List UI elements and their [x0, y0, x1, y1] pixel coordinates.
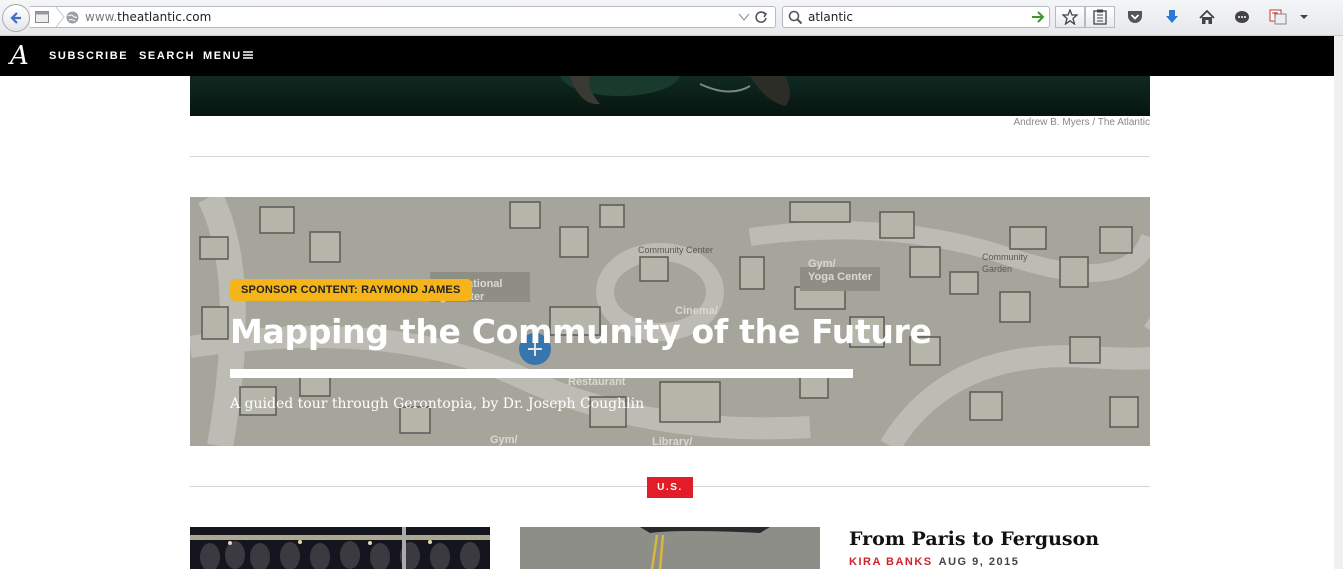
- reload-icon[interactable]: [754, 10, 768, 24]
- story-thumbnail-road[interactable]: [520, 527, 820, 569]
- sponsor-title[interactable]: Mapping the Community of the Future: [230, 312, 932, 351]
- story-author[interactable]: KIRA BANKS: [849, 556, 933, 568]
- url-domain: theatlantic.com: [117, 10, 212, 24]
- menu-label: MENU: [203, 50, 242, 62]
- chat-icon: [1235, 10, 1249, 23]
- pocket-button[interactable]: [1120, 6, 1150, 28]
- sponsor-badge: SPONSOR CONTENT: RAYMOND JAMES: [230, 279, 472, 301]
- hamburger-icon: [242, 51, 253, 59]
- story-title[interactable]: From Paris to Ferguson: [849, 528, 1099, 550]
- globe-icon: [66, 11, 79, 24]
- search-bar[interactable]: atlantic: [782, 6, 1050, 28]
- translate-button[interactable]: [1263, 6, 1293, 28]
- chat-button[interactable]: [1227, 6, 1257, 28]
- story-byline: KIRA BANKS AUG 9, 2015: [849, 556, 1019, 568]
- downloads-button[interactable]: [1157, 6, 1187, 28]
- photo-credit: Andrew B. Myers / The Atlantic: [1013, 117, 1150, 128]
- story-thumbnail-police[interactable]: [190, 527, 490, 569]
- road-graphic: [520, 527, 820, 569]
- home-button[interactable]: [1192, 6, 1222, 28]
- go-arrow-icon[interactable]: [1031, 11, 1045, 23]
- sponsor-card[interactable]: al/Generational ng Center Gym/ Yoga Cent…: [190, 197, 1150, 446]
- bookmark-star-icon: [1062, 9, 1078, 25]
- site-header: A SUBSCRIBE SEARCH MENU: [0, 36, 1343, 76]
- search-icon: [788, 10, 803, 25]
- menu-link[interactable]: MENU: [203, 50, 253, 62]
- browser-toolbar: www.theatlantic.com atlantic: [0, 0, 1343, 36]
- search-input[interactable]: atlantic: [808, 10, 853, 24]
- dropdown-icon[interactable]: [738, 12, 750, 22]
- hero-image-graphic: [560, 76, 790, 106]
- downloads-icon: [1166, 10, 1178, 23]
- bookmark-button[interactable]: [1055, 6, 1085, 28]
- hero-image[interactable]: [190, 76, 1150, 116]
- sponsor-title-underline: [230, 369, 853, 378]
- scrollbar[interactable]: [1334, 36, 1343, 569]
- back-button[interactable]: [2, 4, 30, 32]
- translate-icon: [1269, 9, 1287, 25]
- url-prefix: www.: [85, 10, 118, 24]
- menu-arrow-icon: [1300, 15, 1308, 19]
- reading-list-icon: [1093, 9, 1107, 25]
- story-date: AUG 9, 2015: [938, 556, 1020, 568]
- separator-icon: [55, 7, 65, 27]
- police-line-graphic: [190, 527, 490, 569]
- section-tag[interactable]: U.S.: [647, 477, 693, 498]
- sponsor-subtitle: A guided tour through Gerontopia, by Dr.…: [230, 396, 645, 412]
- search-link[interactable]: SEARCH: [139, 50, 195, 62]
- home-icon: [1199, 9, 1215, 24]
- back-icon: [10, 12, 21, 24]
- reading-list-button[interactable]: [1085, 6, 1115, 28]
- atlantic-logo[interactable]: A: [10, 42, 29, 70]
- menu-arrow-button[interactable]: [1290, 6, 1318, 28]
- divider: [190, 156, 1150, 157]
- url-text[interactable]: www.theatlantic.com: [85, 10, 211, 24]
- subscribe-link[interactable]: SUBSCRIBE: [49, 50, 128, 62]
- page-icon: [35, 11, 49, 23]
- url-bar[interactable]: www.theatlantic.com: [30, 6, 776, 28]
- pocket-icon: [1128, 11, 1142, 23]
